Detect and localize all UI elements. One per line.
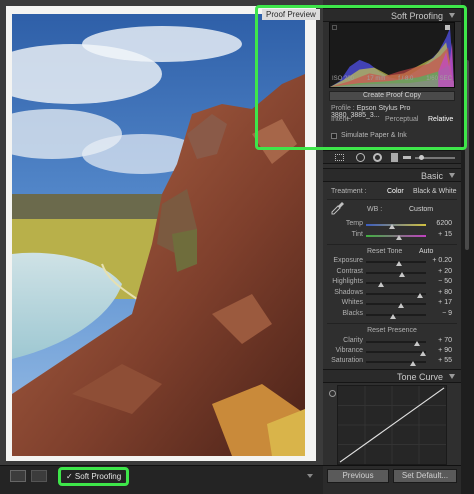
whites-value[interactable]: + 17 (426, 299, 452, 306)
exposure-slider-knob[interactable] (396, 261, 402, 266)
auto-tone-button[interactable]: Auto (419, 248, 433, 255)
blacks-label: Blacks (342, 309, 363, 317)
blacks-value[interactable]: − 9 (426, 310, 452, 317)
targeted-adjustment-icon[interactable] (329, 390, 336, 397)
tone-curve-title: Tone Curve (396, 372, 443, 382)
tone-curve-graph[interactable] (337, 385, 447, 465)
tone-curve-header[interactable]: Tone Curve (323, 369, 461, 383)
temp-label: Temp (345, 220, 363, 227)
saturation-label: Saturation (331, 357, 363, 364)
temp-slider-knob[interactable] (389, 224, 395, 229)
tint-value[interactable]: + 15 (426, 231, 452, 238)
reset-tone-label[interactable]: Reset Tone (367, 248, 402, 255)
adjustment-brush-icon[interactable] (403, 156, 411, 159)
contrast-slider-track[interactable] (366, 271, 426, 274)
exposure-value[interactable]: + 0.20 (426, 257, 452, 264)
red-eye-icon[interactable] (373, 153, 382, 162)
spot-removal-icon[interactable] (356, 153, 365, 162)
divider (327, 323, 457, 324)
wb-label: WB : (367, 206, 383, 213)
shadows-label: Shadows (334, 288, 363, 296)
wb-select[interactable]: Custom (409, 206, 433, 213)
contrast-label: Contrast (336, 267, 363, 275)
set-default-button[interactable]: Set Default... (393, 469, 457, 483)
crop-overlay-icon[interactable] (335, 154, 344, 161)
toolbar-menu-chevron-icon[interactable] (307, 474, 313, 478)
highlights-slider-track[interactable] (366, 282, 426, 284)
bottom-toolbar (0, 465, 323, 494)
previous-button[interactable]: Previous (327, 469, 389, 483)
contrast-value[interactable]: + 20 (426, 268, 452, 275)
saturation-slider-knob[interactable] (409, 361, 416, 366)
temp-value[interactable]: 6200 (426, 220, 452, 227)
clarity-value[interactable]: + 70 (426, 337, 452, 344)
highlights-value[interactable]: − 50 (426, 278, 452, 285)
basic-panel-title: Basic (420, 171, 443, 181)
whites-slider-knob[interactable] (397, 303, 404, 308)
exposure-label: Exposure (333, 257, 363, 264)
tint-slider-knob[interactable] (396, 235, 402, 240)
blacks-slider-knob[interactable] (390, 313, 396, 319)
tool-slider-knob[interactable] (419, 155, 424, 160)
before-after-view-icon[interactable] (31, 470, 47, 482)
treatment-label: Treatment : (331, 188, 367, 195)
white-balance-eyedropper-icon[interactable] (331, 201, 345, 215)
soft-proofing-highlight-box (255, 5, 467, 150)
temp-slider-track[interactable] (366, 224, 426, 226)
vibrance-label: Vibrance (335, 347, 363, 354)
whites-slider-track[interactable] (366, 303, 426, 305)
vibrance-value[interactable]: + 90 (426, 347, 452, 354)
blacks-slider-track[interactable] (366, 313, 426, 316)
basic-panel-header[interactable]: Basic (323, 168, 461, 182)
treatment-bw-option[interactable]: Black & White (413, 188, 457, 195)
highlights-slider-knob[interactable] (378, 282, 384, 287)
collapse-triangle-icon[interactable] (449, 374, 455, 379)
soft-proofing-checkbox[interactable]: ✓ Soft Proofing (58, 467, 129, 486)
loupe-view-icon[interactable] (10, 470, 26, 482)
clarity-label: Clarity (343, 337, 363, 344)
divider (327, 199, 457, 200)
vibrance-slider-track[interactable] (366, 351, 426, 353)
whites-label: Whites (341, 299, 363, 306)
collapse-triangle-icon[interactable] (449, 173, 455, 178)
saturation-slider-track[interactable] (366, 361, 426, 363)
highlights-label: Highlights (332, 278, 363, 285)
divider (327, 244, 457, 245)
clarity-slider-knob[interactable] (414, 341, 420, 346)
contrast-slider-knob[interactable] (399, 271, 405, 277)
treatment-color-option[interactable]: Color (387, 188, 404, 195)
shadows-value[interactable]: + 80 (426, 289, 452, 296)
shadows-slider-knob[interactable] (417, 292, 423, 298)
tool-strip (323, 150, 461, 164)
graduated-filter-icon[interactable] (391, 153, 398, 162)
reset-presence-label[interactable]: Reset Presence (323, 327, 461, 334)
tint-label: Tint (351, 231, 363, 238)
saturation-value[interactable]: + 55 (426, 357, 452, 364)
